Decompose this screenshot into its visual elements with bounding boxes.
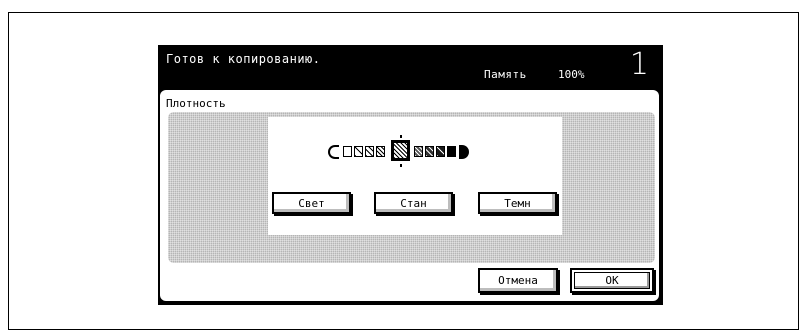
density-level-8[interactable] [436,146,445,157]
density-panel: Плотность Свет Стан Темн Отмена OK [160,90,659,301]
selection-marker-top [400,135,402,138]
control-panel-screen: Готов к копированию. Память 100% 1 Плотн… [158,45,663,305]
density-level-2[interactable] [354,146,363,157]
panel-title: Плотность [166,97,226,110]
density-level-5-selected[interactable] [391,140,410,161]
cancel-button[interactable]: Отмена [478,268,558,293]
dark-end-icon [459,145,469,159]
memory-label: Память [484,68,527,81]
density-level-9[interactable] [447,146,456,157]
density-selector-box: Свет Стан Темн [268,117,562,235]
dark-button[interactable]: Темн [478,192,557,214]
density-level-3[interactable] [365,146,374,157]
density-level-6[interactable] [414,146,423,157]
density-settings-area: Свет Стан Темн [168,112,655,263]
ok-button[interactable]: OK [570,268,654,293]
selection-marker-bottom [400,164,402,167]
light-button[interactable]: Свет [272,192,351,214]
status-bar: Готов к копированию. Память 100% 1 [158,45,663,88]
memory-value: 100% [558,68,585,81]
status-message: Готов к копированию. [166,52,321,66]
standard-button[interactable]: Стан [374,192,453,214]
light-end-icon [328,145,339,159]
density-level-1[interactable] [343,146,352,157]
density-scale[interactable] [328,135,508,167]
density-level-4[interactable] [376,146,385,157]
copy-count: 1 [629,47,649,82]
density-level-7[interactable] [425,146,434,157]
